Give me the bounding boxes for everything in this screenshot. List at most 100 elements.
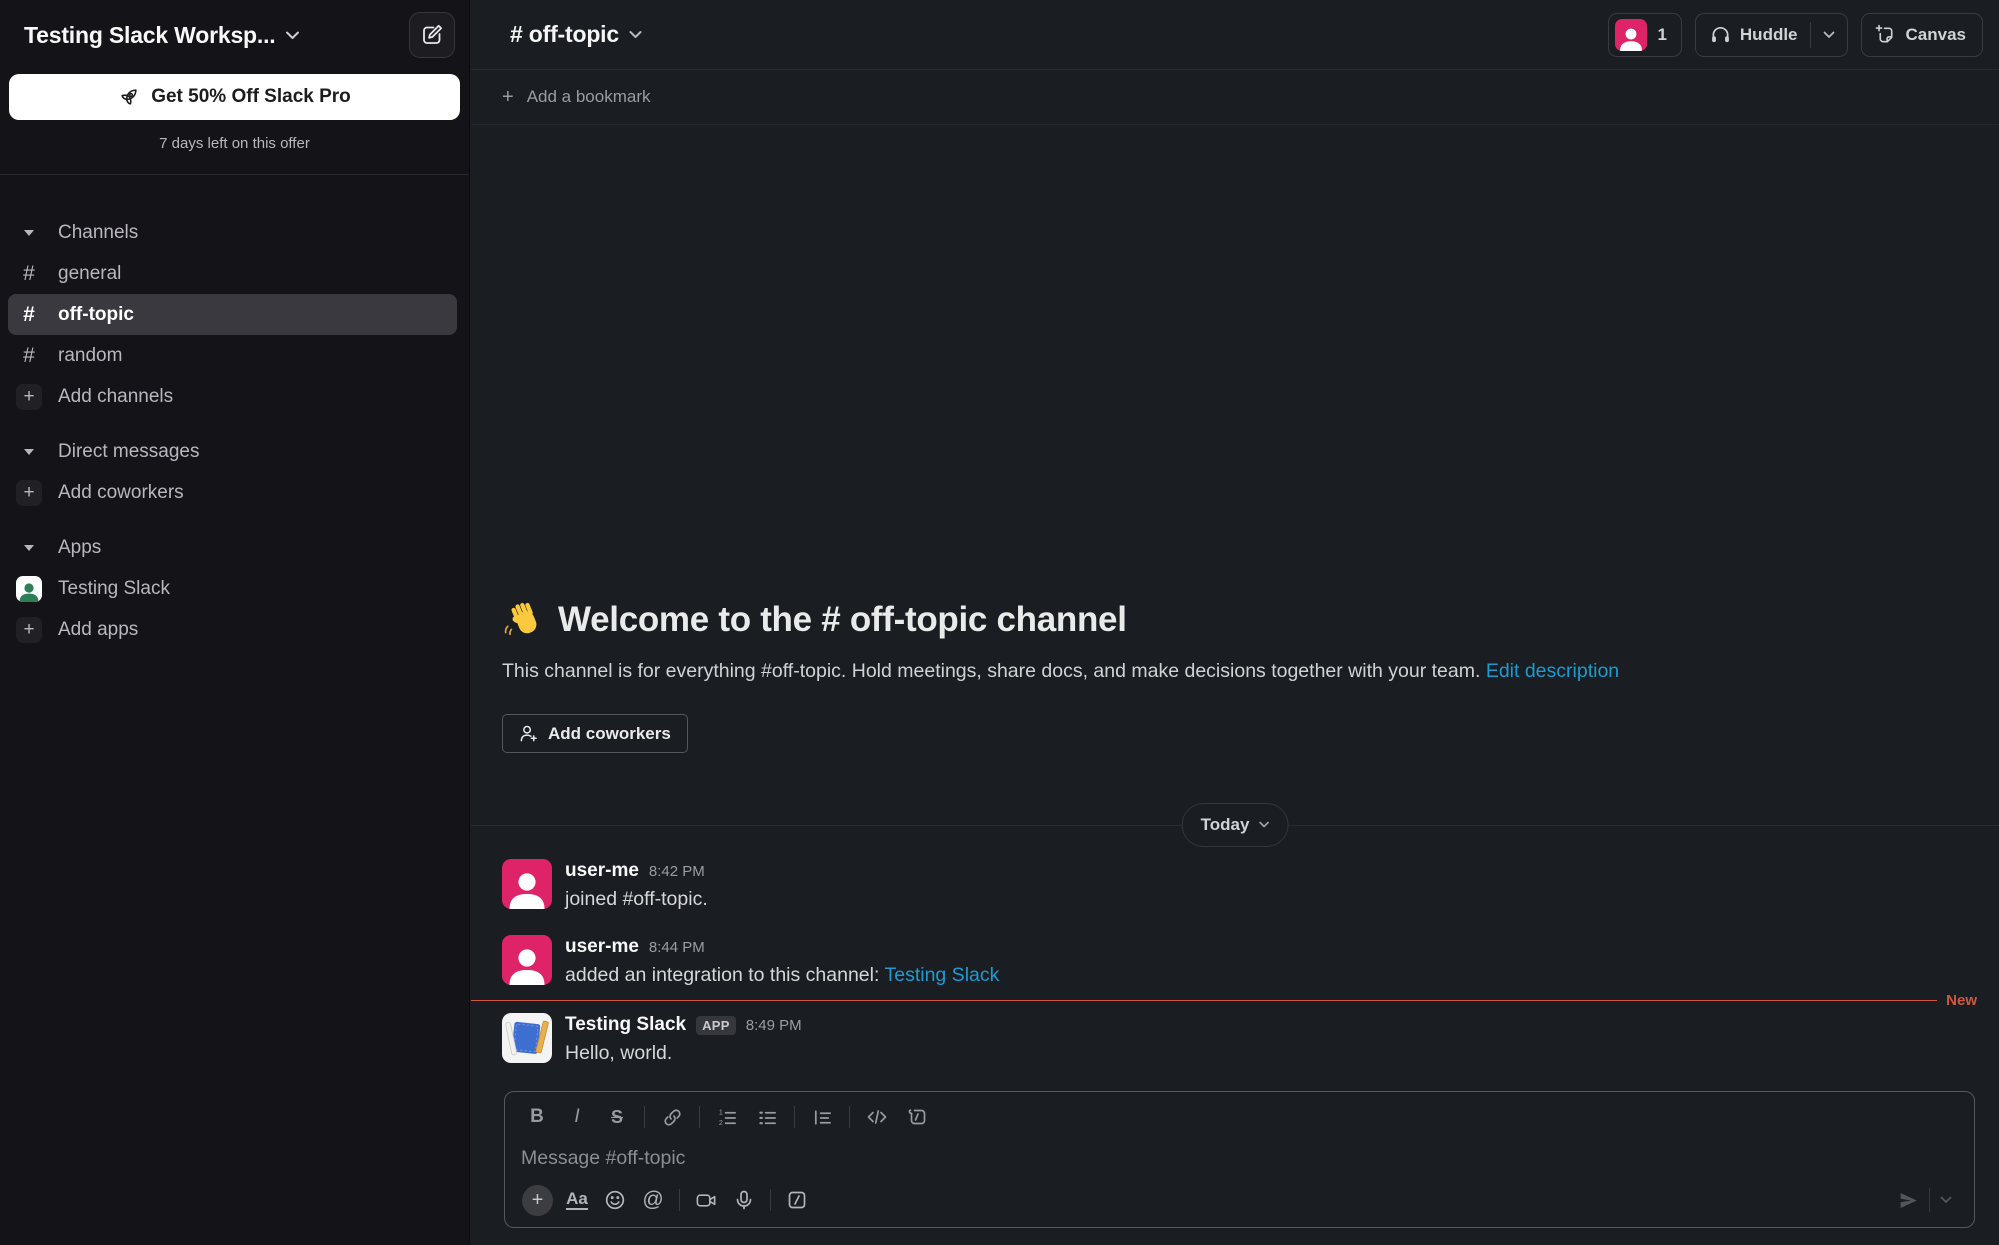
mention-icon: @ <box>642 1188 663 1212</box>
code-block-button[interactable] <box>897 1101 937 1133</box>
section-direct-messages: Direct messages + Add coworkers <box>0 431 469 513</box>
sidebar-item-testing-slack-app[interactable]: Testing Slack <box>8 568 457 609</box>
bold-button[interactable]: B <box>517 1101 557 1133</box>
svg-text:2: 2 <box>718 1119 722 1127</box>
video-icon <box>695 1189 718 1212</box>
attach-button[interactable]: + <box>522 1185 553 1216</box>
member-count: 1 <box>1657 25 1666 45</box>
workspace-name: Testing Slack Worksp... <box>24 22 275 49</box>
date-divider-label: Today <box>1201 815 1250 835</box>
hash-icon: # <box>16 302 42 328</box>
sidebar-item-general[interactable]: # general <box>8 253 457 294</box>
wave-emoji <box>502 599 544 641</box>
blockquote-button[interactable] <box>802 1101 842 1133</box>
huddle-options-button[interactable] <box>1811 14 1847 56</box>
bullet-list-button[interactable] <box>747 1101 787 1133</box>
mic-button[interactable] <box>725 1185 763 1216</box>
plus-icon: + <box>16 617 42 643</box>
sidebar-nav: Channels # general # off-topic # random … <box>0 175 469 650</box>
video-button[interactable] <box>687 1185 725 1216</box>
add-apps-label: Add apps <box>58 619 138 641</box>
message-input[interactable] <box>521 1141 1958 1176</box>
link-button[interactable] <box>652 1101 692 1133</box>
message-row[interactable]: user-me 8:42 PM joined #off-topic. <box>471 847 1999 923</box>
channel-title: # off-topic <box>510 21 619 48</box>
sidebar-item-off-topic[interactable]: # off-topic <box>8 294 457 335</box>
date-divider: Today <box>471 803 1999 847</box>
promo-note: 7 days left on this offer <box>9 135 460 152</box>
promo-card: Get 50% Off Slack Pro 7 days left on thi… <box>0 70 469 152</box>
message-composer: B I S <box>504 1091 1975 1228</box>
chevron-down-icon <box>285 30 300 40</box>
message-text: added an integration to this channel: Te… <box>565 964 999 987</box>
message-text: joined #off-topic. <box>565 888 708 911</box>
channel-header: # off-topic 1 <box>471 0 1999 70</box>
send-options-button[interactable] <box>1930 1184 1962 1216</box>
integration-link[interactable]: Testing Slack <box>884 964 999 986</box>
message-timestamp[interactable]: 8:42 PM <box>649 863 705 880</box>
add-coworkers-button[interactable]: Add coworkers <box>502 714 688 753</box>
slash-command-icon <box>786 1189 808 1211</box>
hash-icon: # <box>16 343 42 369</box>
plus-icon: + <box>16 384 42 410</box>
caret-down-icon <box>16 220 42 246</box>
app-badge: APP <box>696 1016 736 1035</box>
message-row[interactable]: user-me 8:44 PM added an integration to … <box>471 923 1999 999</box>
caret-down-icon <box>16 439 42 465</box>
section-header-apps[interactable]: Apps <box>8 527 457 568</box>
message-timestamp[interactable]: 8:49 PM <box>746 1017 802 1034</box>
new-message-button[interactable] <box>409 12 455 58</box>
message-text: Hello, world. <box>565 1042 802 1065</box>
message-author[interactable]: user-me <box>565 860 639 882</box>
message-author[interactable]: user-me <box>565 936 639 958</box>
ordered-list-button[interactable]: 1 2 <box>707 1101 747 1133</box>
italic-button[interactable]: I <box>557 1101 597 1133</box>
edit-description-link[interactable]: Edit description <box>1486 660 1619 682</box>
welcome-title: Welcome to the # off-topic channel <box>502 599 1968 641</box>
link-icon <box>662 1107 683 1128</box>
emoji-icon <box>604 1189 626 1211</box>
format-toggle-button[interactable]: Aa <box>558 1185 596 1216</box>
upgrade-button[interactable]: Get 50% Off Slack Pro <box>9 74 460 120</box>
huddle-button[interactable]: Huddle <box>1696 14 1810 56</box>
add-apps-button[interactable]: + Add apps <box>8 609 457 650</box>
message-timestamp[interactable]: 8:44 PM <box>649 939 705 956</box>
blockquote-icon <box>812 1107 833 1128</box>
emoji-button[interactable] <box>596 1185 634 1216</box>
section-label: Channels <box>58 222 138 244</box>
channel-title-button[interactable]: # off-topic <box>502 17 650 52</box>
mic-icon <box>733 1189 755 1211</box>
section-label: Direct messages <box>58 441 200 463</box>
message-author[interactable]: Testing Slack <box>565 1014 686 1036</box>
mention-button[interactable]: @ <box>634 1185 672 1216</box>
add-channels-button[interactable]: + Add channels <box>8 376 457 417</box>
ordered-list-icon: 1 2 <box>717 1107 738 1128</box>
canvas-button[interactable]: Canvas <box>1861 13 1983 57</box>
person-add-icon <box>519 724 538 743</box>
section-label: Apps <box>58 537 101 559</box>
format-icon: Aa <box>566 1190 588 1211</box>
section-channels: Channels # general # off-topic # random … <box>0 212 469 417</box>
welcome-block: Welcome to the # off-topic channel This … <box>471 599 1999 753</box>
workspace-switcher[interactable]: Testing Slack Worksp... <box>18 18 306 53</box>
message-row[interactable]: Testing Slack APP 8:49 PM Hello, world. <box>471 1001 1999 1077</box>
channel-name: random <box>58 345 122 367</box>
date-divider-button[interactable]: Today <box>1182 803 1289 847</box>
strikethrough-button[interactable]: S <box>597 1101 637 1133</box>
plus-icon: + <box>502 86 514 109</box>
send-area <box>1888 1184 1962 1216</box>
code-button[interactable] <box>857 1101 897 1133</box>
formatting-toolbar: B I S <box>505 1092 1974 1135</box>
add-coworkers-sidebar-button[interactable]: + Add coworkers <box>8 472 457 513</box>
members-button[interactable]: 1 <box>1608 13 1681 57</box>
add-coworkers-label: Add coworkers <box>58 482 184 504</box>
slash-command-button[interactable] <box>778 1185 816 1216</box>
code-icon <box>866 1106 888 1128</box>
add-bookmark-bar[interactable]: + Add a bookmark <box>471 70 1999 125</box>
section-header-channels[interactable]: Channels <box>8 212 457 253</box>
headphones-icon <box>1710 24 1731 45</box>
send-button[interactable] <box>1888 1184 1929 1216</box>
sidebar-item-random[interactable]: # random <box>8 335 457 376</box>
channel-name: off-topic <box>58 304 134 326</box>
section-header-direct-messages[interactable]: Direct messages <box>8 431 457 472</box>
